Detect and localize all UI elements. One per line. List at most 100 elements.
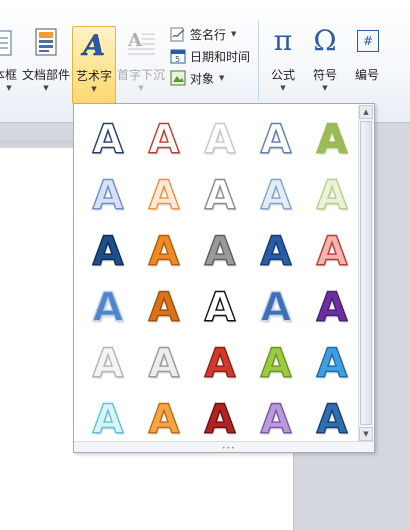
wordart-style-item[interactable]: AA bbox=[82, 112, 134, 165]
quick-parts-label: 文档部件 bbox=[22, 68, 71, 82]
wordart-style-item[interactable]: AA bbox=[250, 336, 302, 389]
wordart-style-item[interactable]: AA bbox=[138, 336, 190, 389]
wordart-style-item[interactable]: AA bbox=[250, 392, 302, 445]
svg-text:A: A bbox=[317, 285, 348, 331]
svg-text:A: A bbox=[149, 229, 180, 275]
wordart-letter-icon: AA bbox=[260, 228, 293, 277]
wordart-style-item[interactable]: AA bbox=[194, 168, 246, 221]
svg-text:A: A bbox=[149, 285, 180, 331]
scroll-down-button[interactable]: ▼ bbox=[359, 427, 373, 441]
number-button[interactable]: # 编号 bbox=[348, 26, 386, 96]
drop-cap-button[interactable]: A 首字下沉 ▼ bbox=[116, 26, 166, 96]
svg-text:A: A bbox=[317, 173, 348, 219]
wordart-style-item[interactable]: AA bbox=[82, 336, 134, 389]
svg-text:A: A bbox=[127, 30, 143, 51]
wordart-label: 艺术字 bbox=[75, 69, 112, 83]
svg-text:A: A bbox=[205, 341, 236, 387]
wordart-letter-icon: AA bbox=[204, 116, 237, 165]
wordart-letter-icon: AA bbox=[260, 340, 293, 389]
wordart-letter-icon: AA bbox=[92, 284, 125, 333]
wordart-letter-icon: AA bbox=[260, 284, 293, 333]
wordart-style-item[interactable]: AA bbox=[250, 168, 302, 221]
wordart-style-item[interactable]: AA bbox=[306, 392, 358, 445]
scroll-thumb[interactable] bbox=[360, 121, 372, 425]
wordart-style-item[interactable]: AA bbox=[250, 280, 302, 333]
svg-text:A: A bbox=[205, 117, 236, 163]
equation-button[interactable]: π 公式 ▼ bbox=[264, 24, 302, 96]
wordart-letter-icon: AA bbox=[316, 172, 349, 221]
svg-text:A: A bbox=[205, 229, 236, 275]
drop-cap-label: 首字下沉 bbox=[116, 68, 165, 82]
svg-text:A: A bbox=[317, 397, 348, 443]
wordart-style-item[interactable]: AA bbox=[194, 280, 246, 333]
text-box-button[interactable]: 本框 ▼ bbox=[0, 26, 18, 96]
chevron-down-icon: ▼ bbox=[231, 30, 237, 38]
wordart-style-item[interactable]: AA bbox=[82, 168, 134, 221]
wordart-style-item[interactable]: AA bbox=[82, 392, 134, 445]
resize-grip[interactable]: ••• bbox=[74, 441, 374, 452]
wordart-style-item[interactable]: AA bbox=[306, 336, 358, 389]
quick-parts-button[interactable]: 文档部件 ▼ bbox=[22, 26, 70, 96]
scroll-up-button[interactable]: ▲ bbox=[359, 105, 373, 119]
signature-line-button[interactable]: 签名行 ▼ bbox=[170, 24, 236, 44]
wordart-style-item[interactable]: AA bbox=[138, 280, 190, 333]
svg-text:A: A bbox=[317, 341, 348, 387]
wordart-style-item[interactable]: AA bbox=[82, 280, 134, 333]
wordart-style-item[interactable]: AA bbox=[138, 224, 190, 277]
wordart-style-item[interactable]: AA bbox=[306, 168, 358, 221]
wordart-style-item[interactable]: AA bbox=[138, 168, 190, 221]
object-button[interactable]: 对象 ▼ bbox=[170, 68, 224, 88]
chevron-down-icon: ▼ bbox=[219, 74, 225, 82]
wordart-letter-icon: AA bbox=[204, 284, 237, 333]
chevron-down-icon: ▼ bbox=[322, 84, 328, 92]
wordart-style-item[interactable]: AA bbox=[194, 112, 246, 165]
wordart-style-item[interactable]: AA bbox=[194, 392, 246, 445]
wordart-letter-icon: AA bbox=[204, 340, 237, 389]
wordart-style-item[interactable]: AA bbox=[250, 224, 302, 277]
wordart-style-item[interactable]: AA bbox=[306, 112, 358, 165]
svg-text:A: A bbox=[93, 341, 124, 387]
wordart-letter-icon: AA bbox=[260, 396, 293, 445]
symbol-button[interactable]: Ω 符号 ▼ bbox=[306, 24, 344, 96]
gallery-scrollbar[interactable]: ▲ ▼ bbox=[358, 105, 373, 441]
object-label: 对象 bbox=[190, 71, 215, 86]
wordart-style-item[interactable]: AA bbox=[250, 112, 302, 165]
number-icon: # bbox=[357, 30, 379, 52]
svg-text:A: A bbox=[149, 397, 180, 443]
svg-text:A: A bbox=[149, 173, 180, 219]
wordart-letter-icon: AA bbox=[92, 172, 125, 221]
svg-text:A: A bbox=[93, 173, 124, 219]
svg-text:A: A bbox=[93, 397, 124, 443]
pi-icon: π bbox=[273, 24, 293, 57]
date-time-button[interactable]: 5 日期和时间 bbox=[170, 46, 250, 66]
svg-text:A: A bbox=[317, 117, 348, 163]
text-box-label: 本框 bbox=[0, 68, 17, 82]
wordart-style-item[interactable]: AA bbox=[82, 224, 134, 277]
svg-text:A: A bbox=[93, 229, 124, 275]
wordart-letter-icon: AA bbox=[316, 116, 349, 165]
wordart-letter-icon: AA bbox=[316, 228, 349, 277]
wordart-style-item[interactable]: AA bbox=[138, 392, 190, 445]
svg-text:A: A bbox=[205, 285, 236, 331]
svg-text:A: A bbox=[317, 229, 348, 275]
svg-text:A: A bbox=[261, 229, 292, 275]
chevron-down-icon: ▼ bbox=[6, 84, 12, 92]
wordart-gallery: AAAAAAAAAAAAAAAAAAAAAAAAAAAAAAAAAAAAAAAA… bbox=[73, 103, 375, 453]
wordart-letter-icon: AA bbox=[92, 116, 125, 165]
hash-icon: # bbox=[362, 34, 374, 48]
wordart-style-item[interactable]: AA bbox=[306, 280, 358, 333]
wordart-style-item[interactable]: AA bbox=[194, 336, 246, 389]
wordart-letter-icon: AA bbox=[260, 172, 293, 221]
wordart-style-item[interactable]: AA bbox=[194, 224, 246, 277]
svg-text:A: A bbox=[93, 117, 124, 163]
svg-text:A: A bbox=[93, 285, 124, 331]
omega-icon: Ω bbox=[313, 24, 337, 57]
signature-icon bbox=[170, 27, 185, 42]
wordart-letter-icon: AA bbox=[148, 396, 181, 445]
wordart-icon: A bbox=[80, 29, 105, 59]
wordart-style-item[interactable]: AA bbox=[138, 112, 190, 165]
wordart-button[interactable]: A 艺术字 ▼ bbox=[72, 26, 116, 104]
group-separator bbox=[258, 20, 259, 100]
wordart-style-item[interactable]: AA bbox=[306, 224, 358, 277]
wordart-letter-icon: AA bbox=[316, 340, 349, 389]
